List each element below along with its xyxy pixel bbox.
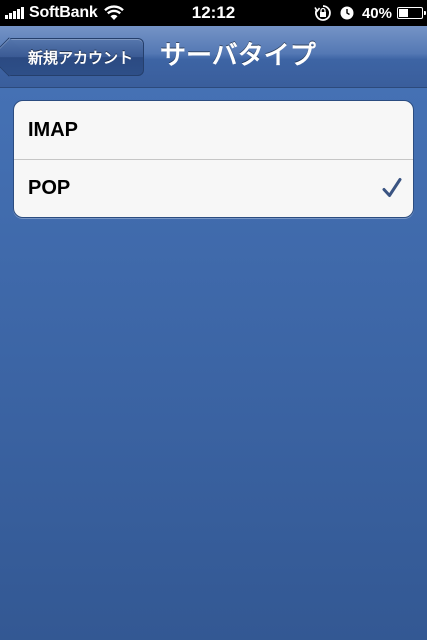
server-type-pop[interactable]: POP: [14, 159, 413, 217]
back-button[interactable]: 新規アカウント: [8, 38, 145, 76]
battery-fill: [399, 9, 408, 17]
status-right: 40%: [314, 0, 426, 26]
rotation-lock-icon: [314, 5, 331, 21]
page-title: サーバタイプ: [160, 41, 316, 71]
server-type-label: IMAP: [28, 118, 78, 141]
navigation-bar: 新規アカウント サーバタイプ: [0, 26, 427, 88]
server-type-list: IMAP POP: [13, 100, 414, 218]
server-type-label: POP: [28, 177, 71, 199]
server-type-imap[interactable]: IMAP: [14, 101, 413, 159]
battery-icon: [397, 7, 426, 19]
alarm-icon: [340, 6, 354, 20]
content-area: IMAP POP: [0, 88, 427, 640]
back-button-label: 新規アカウント: [28, 48, 134, 67]
checkmark-icon: [382, 178, 402, 197]
battery-percent: 40%: [361, 4, 392, 22]
status-bar: SoftBank 12:12 40%: [0, 0, 427, 26]
